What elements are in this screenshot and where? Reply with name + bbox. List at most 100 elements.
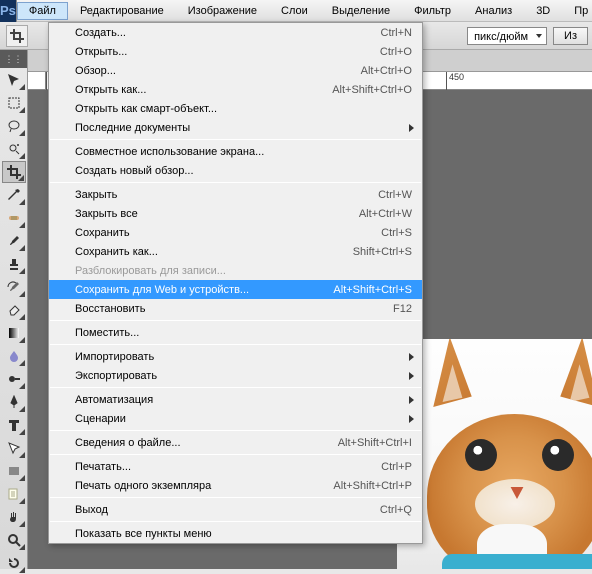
menu-item-24[interactable]: Сценарии (49, 409, 422, 428)
menu-item-11[interactable]: Закрыть всеAlt+Ctrl+W (49, 204, 422, 223)
zoom-tool[interactable] (2, 529, 26, 551)
menu-item-8[interactable]: Создать новый обзор... (49, 161, 422, 180)
path-select-tool[interactable] (2, 437, 26, 459)
menu-item-10[interactable]: ЗакрытьCtrl+W (49, 185, 422, 204)
menu-3d[interactable]: 3D (524, 2, 562, 20)
menu-file[interactable]: Файл (17, 2, 68, 20)
menu-item-shortcut: Ctrl+P (381, 461, 412, 473)
menu-item-label: Сценарии (75, 413, 412, 425)
menu-separator (50, 182, 421, 183)
marquee-tool[interactable] (2, 92, 26, 114)
document-canvas[interactable] (397, 339, 592, 569)
gradient-tool[interactable] (2, 322, 26, 344)
rotate-tool[interactable] (2, 552, 26, 574)
menu-item-0[interactable]: Создать...Ctrl+N (49, 23, 422, 42)
menu-item-5[interactable]: Последние документы (49, 118, 422, 137)
menu-item-16[interactable]: ВосстановитьF12 (49, 299, 422, 318)
menu-edit[interactable]: Редактирование (68, 2, 176, 20)
menu-item-shortcut: Alt+Ctrl+O (361, 65, 412, 77)
menu-separator (50, 320, 421, 321)
menu-item-15[interactable]: Сохранить для Web и устройств...Alt+Shif… (49, 280, 422, 299)
menu-item-14: Разблокировать для записи... (49, 261, 422, 280)
blur-tool[interactable] (2, 345, 26, 367)
menu-item-label: Сохранить для Web и устройств... (75, 284, 333, 296)
menu-image[interactable]: Изображение (176, 2, 269, 20)
menu-item-label: Последние документы (75, 122, 412, 134)
menu-item-shortcut: Ctrl+S (381, 227, 412, 239)
menu-item-13[interactable]: Сохранить как...Shift+Ctrl+S (49, 242, 422, 261)
menu-item-label: Выход (75, 504, 380, 516)
menu-item-33[interactable]: Показать все пункты меню (49, 524, 422, 543)
menu-item-label: Открыть... (75, 46, 380, 58)
menu-item-shortcut: Ctrl+N (381, 27, 412, 39)
menu-item-23[interactable]: Автоматизация (49, 390, 422, 409)
menu-item-label: Обзор... (75, 65, 361, 77)
options-button[interactable]: Из (553, 27, 588, 45)
menu-item-label: Закрыть все (75, 208, 359, 220)
menu-item-label: Показать все пункты меню (75, 528, 412, 540)
pen-tool[interactable] (2, 391, 26, 413)
crop-tool[interactable] (2, 161, 26, 183)
menu-item-label: Создать новый обзор... (75, 165, 412, 177)
menu-separator (50, 344, 421, 345)
ruler-origin[interactable] (28, 72, 46, 90)
menu-item-label: Закрыть (75, 189, 378, 201)
heal-tool[interactable] (2, 207, 26, 229)
menu-separator (50, 497, 421, 498)
menu-select[interactable]: Выделение (320, 2, 402, 20)
menu-item-label: Открыть как... (75, 84, 332, 96)
menu-filter[interactable]: Фильтр (402, 2, 463, 20)
menu-item-shortcut: Ctrl+Q (380, 504, 412, 516)
brush-tool[interactable] (2, 230, 26, 252)
lasso-tool[interactable] (2, 115, 26, 137)
menu-separator (50, 430, 421, 431)
menu-item-shortcut: Alt+Shift+Ctrl+O (332, 84, 412, 96)
menu-item-31[interactable]: ВыходCtrl+Q (49, 500, 422, 519)
menu-item-12[interactable]: СохранитьCtrl+S (49, 223, 422, 242)
menu-item-shortcut: Alt+Shift+Ctrl+I (338, 437, 412, 449)
stamp-tool[interactable] (2, 253, 26, 275)
menu-item-18[interactable]: Поместить... (49, 323, 422, 342)
menu-item-4[interactable]: Открыть как смарт-объект... (49, 99, 422, 118)
menu-item-label: Печать одного экземпляра (75, 480, 333, 492)
menu-item-label: Сохранить как... (75, 246, 353, 258)
menu-item-label: Открыть как смарт-объект... (75, 103, 412, 115)
menu-item-label: Разблокировать для записи... (75, 265, 412, 277)
history-brush-tool[interactable] (2, 276, 26, 298)
eyedropper-tool[interactable] (2, 184, 26, 206)
menu-separator (50, 387, 421, 388)
menu-item-label: Автоматизация (75, 394, 412, 406)
menu-item-26[interactable]: Сведения о файле...Alt+Shift+Ctrl+I (49, 433, 422, 452)
units-dropdown[interactable]: пикс/дюйм (467, 27, 547, 45)
type-tool[interactable] (2, 414, 26, 436)
file-dropdown-menu: Создать...Ctrl+NОткрыть...Ctrl+OОбзор...… (48, 22, 423, 544)
menu-item-label: Восстановить (75, 303, 393, 315)
menu-item-21[interactable]: Экспортировать (49, 366, 422, 385)
eraser-tool[interactable] (2, 299, 26, 321)
menu-item-20[interactable]: Импортировать (49, 347, 422, 366)
menu-item-shortcut: Alt+Shift+Ctrl+S (333, 284, 412, 296)
quick-select-tool[interactable] (2, 138, 26, 160)
menu-item-1[interactable]: Открыть...Ctrl+O (49, 42, 422, 61)
crop-tool-icon[interactable] (6, 25, 28, 47)
notes-tool[interactable] (2, 483, 26, 505)
menu-item-shortcut: Alt+Shift+Ctrl+P (333, 480, 412, 492)
hand-tool[interactable] (2, 506, 26, 528)
menu-item-label: Создать... (75, 27, 381, 39)
menu-item-label: Печатать... (75, 461, 381, 473)
menu-layers[interactable]: Слои (269, 2, 320, 20)
menu-item-shortcut: Shift+Ctrl+S (353, 246, 412, 258)
menu-item-28[interactable]: Печатать...Ctrl+P (49, 457, 422, 476)
rectangle-tool[interactable] (2, 460, 26, 482)
move-tool[interactable] (2, 69, 26, 91)
menu-item-2[interactable]: Обзор...Alt+Ctrl+O (49, 61, 422, 80)
menu-item-label: Импортировать (75, 351, 412, 363)
menu-item-29[interactable]: Печать одного экземпляраAlt+Shift+Ctrl+P (49, 476, 422, 495)
menubar: Ps Файл Редактирование Изображение Слои … (0, 0, 592, 22)
menu-item-7[interactable]: Совместное использование экрана... (49, 142, 422, 161)
toolbox-grip[interactable]: ⋮⋮ (0, 50, 27, 68)
menu-analysis[interactable]: Анализ (463, 2, 524, 20)
dodge-tool[interactable] (2, 368, 26, 390)
menu-more[interactable]: Пр (562, 2, 592, 20)
menu-item-3[interactable]: Открыть как...Alt+Shift+Ctrl+O (49, 80, 422, 99)
